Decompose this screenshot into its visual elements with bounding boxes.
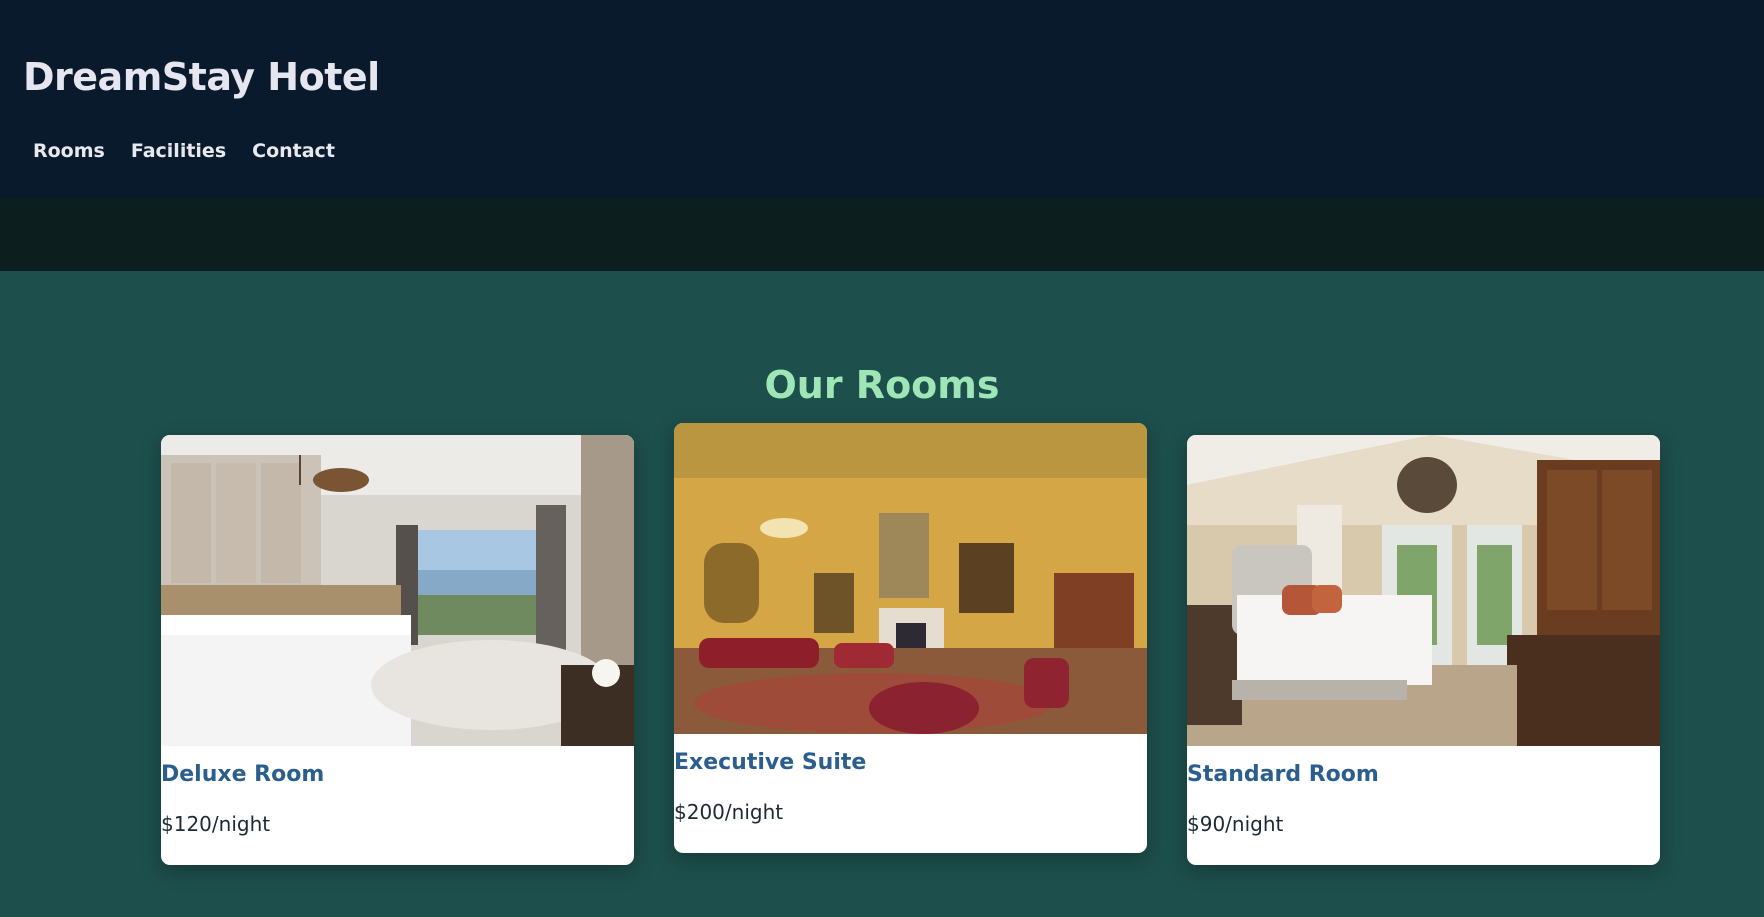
section-title: Our Rooms <box>764 363 1000 407</box>
nav-item-facilities[interactable]: Facilities <box>131 140 226 162</box>
room-card-standard[interactable]: Standard Room $90/night <box>1187 435 1660 865</box>
main-nav: Rooms Facilities Contact <box>33 140 335 162</box>
room-name: Deluxe Room <box>161 762 325 787</box>
room-photo-deluxe <box>161 435 634 746</box>
nav-item-contact[interactable]: Contact <box>252 140 335 162</box>
room-name: Executive Suite <box>674 750 867 775</box>
rooms-section: Our Rooms Deluxe Room $120/night Executi… <box>0 271 1764 917</box>
room-price: $200/night <box>674 800 784 824</box>
room-price: $120/night <box>161 812 271 836</box>
room-photo-standard <box>1187 435 1660 746</box>
hero-band <box>0 198 1764 271</box>
site-header: DreamStay Hotel Rooms Facilities Contact <box>0 0 1764 198</box>
room-photo-executive <box>674 423 1147 734</box>
room-name: Standard Room <box>1187 762 1379 787</box>
room-price: $90/night <box>1187 812 1284 836</box>
room-card-executive[interactable]: Executive Suite $200/night <box>674 423 1147 853</box>
brand-title: DreamStay Hotel <box>23 55 380 99</box>
room-card-deluxe[interactable]: Deluxe Room $120/night <box>161 435 634 865</box>
nav-item-rooms[interactable]: Rooms <box>33 140 105 162</box>
